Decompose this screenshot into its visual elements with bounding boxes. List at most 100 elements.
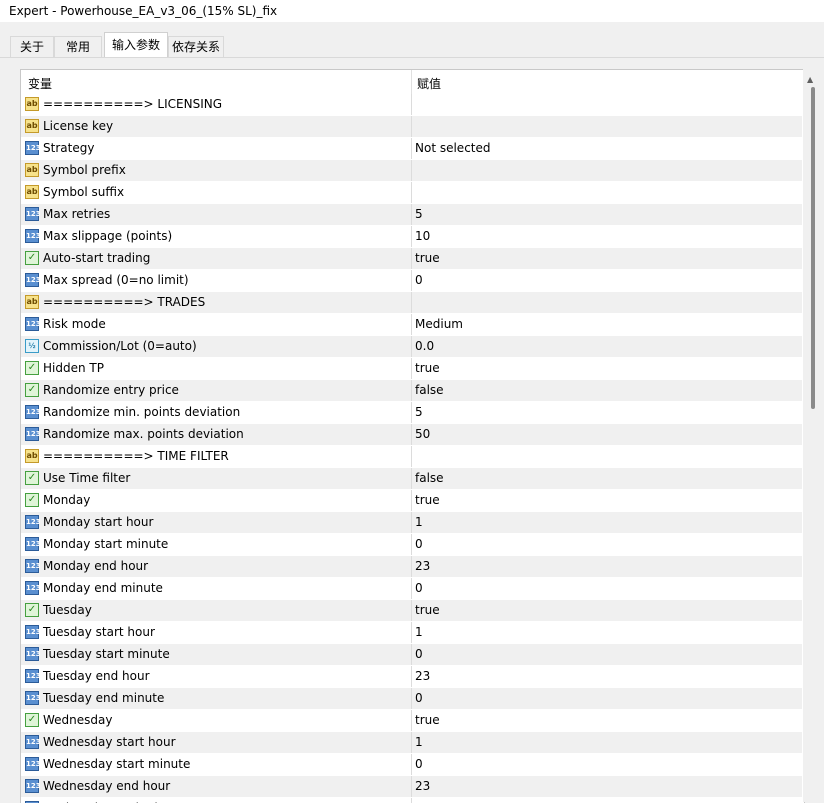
table-row[interactable]: 123 Max retries 5 bbox=[21, 204, 802, 226]
cell-divider bbox=[411, 666, 412, 687]
parameter-name: Monday bbox=[43, 493, 91, 507]
table-row[interactable]: ✓ Tuesday true bbox=[21, 600, 802, 622]
cell-divider bbox=[411, 204, 412, 225]
parameter-value[interactable]: Medium bbox=[415, 314, 463, 335]
table-row[interactable]: 123 Randomize max. points deviation 50 bbox=[21, 424, 802, 446]
scrollbar-thumb[interactable] bbox=[811, 87, 815, 409]
parameter-value[interactable]: 1 bbox=[415, 622, 423, 643]
table-row[interactable]: ✓ Use Time filter false bbox=[21, 468, 802, 490]
table-row[interactable]: 123 Randomize min. points deviation 5 bbox=[21, 402, 802, 424]
cell-divider bbox=[411, 402, 412, 423]
parameter-value[interactable]: true bbox=[415, 248, 440, 269]
table-row[interactable]: 123 Tuesday end minute 0 bbox=[21, 688, 802, 710]
tab-bar: 关于 常用 输入参数 依存关系 bbox=[0, 22, 824, 58]
parameter-value[interactable]: true bbox=[415, 710, 440, 731]
integer-type-icon: 123 bbox=[25, 625, 41, 639]
column-header-value[interactable]: 赋值 bbox=[417, 75, 441, 92]
table-row[interactable]: ✓ Auto-start trading true bbox=[21, 248, 802, 270]
tab-divider bbox=[0, 57, 824, 58]
parameter-value[interactable]: false bbox=[415, 380, 444, 401]
parameter-value[interactable]: Not selected bbox=[415, 138, 491, 159]
column-header-variable[interactable]: 变量 bbox=[28, 75, 52, 92]
parameter-name: Symbol prefix bbox=[43, 163, 126, 177]
parameter-value[interactable]: 5 bbox=[415, 402, 423, 423]
table-row[interactable]: ab ==========> TIME FILTER bbox=[21, 446, 802, 468]
tab-inputs[interactable]: 输入参数 bbox=[104, 32, 168, 58]
table-row[interactable]: 123 Wednesday start hour 1 bbox=[21, 732, 802, 754]
cell-divider bbox=[411, 446, 412, 467]
table-row[interactable]: 123 Max slippage (points) 10 bbox=[21, 226, 802, 248]
parameter-value[interactable]: 0 bbox=[415, 534, 423, 555]
tab-dependencies[interactable]: 依存关系 bbox=[168, 36, 224, 57]
parameter-value[interactable]: 0 bbox=[415, 798, 423, 803]
parameter-value[interactable]: false bbox=[415, 468, 444, 489]
parameter-value[interactable]: 0 bbox=[415, 270, 423, 291]
vertical-scrollbar[interactable]: ▲ bbox=[803, 69, 821, 802]
parameter-value[interactable]: 23 bbox=[415, 556, 430, 577]
table-header: 变量 赋值 bbox=[21, 70, 804, 94]
parameter-name: Tuesday start minute bbox=[43, 647, 170, 661]
parameter-value[interactable]: true bbox=[415, 600, 440, 621]
cell-divider bbox=[411, 710, 412, 731]
boolean-type-icon: ✓ bbox=[25, 251, 39, 265]
table-row[interactable]: ab ==========> TRADES bbox=[21, 292, 802, 314]
parameter-name: Max retries bbox=[43, 207, 111, 221]
boolean-type-icon: ✓ bbox=[25, 603, 39, 617]
parameter-value[interactable]: 1 bbox=[415, 512, 423, 533]
parameter-value[interactable]: 10 bbox=[415, 226, 430, 247]
table-row[interactable]: ab Symbol prefix bbox=[21, 160, 802, 182]
parameter-name: Symbol suffix bbox=[43, 185, 125, 199]
table-row[interactable]: 123 Tuesday start hour 1 bbox=[21, 622, 802, 644]
tab-common[interactable]: 常用 bbox=[54, 36, 102, 57]
cell-divider bbox=[411, 776, 412, 797]
table-row[interactable]: ✓ Monday true bbox=[21, 490, 802, 512]
table-row[interactable]: 123 Strategy Not selected bbox=[21, 138, 802, 160]
parameter-value[interactable]: true bbox=[415, 490, 440, 511]
parameter-value[interactable]: 0.0 bbox=[415, 336, 434, 357]
table-row[interactable]: ✓ Wednesday true bbox=[21, 710, 802, 732]
table-row[interactable]: ✓ Randomize entry price false bbox=[21, 380, 802, 402]
parameter-value[interactable]: 0 bbox=[415, 688, 423, 709]
parameter-value[interactable]: 1 bbox=[415, 732, 423, 753]
parameter-value[interactable]: true bbox=[415, 358, 440, 379]
table-row[interactable]: 123 Monday end minute 0 bbox=[21, 578, 802, 600]
table-row[interactable]: 123 Wednesday end hour 23 bbox=[21, 776, 802, 798]
scroll-up-icon[interactable]: ▲ bbox=[807, 75, 813, 84]
parameter-value[interactable]: 0 bbox=[415, 754, 423, 775]
table-row[interactable]: 123 Wednesday start minute 0 bbox=[21, 754, 802, 776]
column-divider[interactable] bbox=[411, 70, 412, 94]
parameter-name: Wednesday start hour bbox=[43, 735, 176, 749]
parameter-value[interactable]: 23 bbox=[415, 776, 430, 797]
parameter-name: Use Time filter bbox=[43, 471, 131, 485]
table-row[interactable]: 123 Monday start hour 1 bbox=[21, 512, 802, 534]
table-row[interactable]: 123 Max spread (0=no limit) 0 bbox=[21, 270, 802, 292]
table-row[interactable]: 123 Tuesday end hour 23 bbox=[21, 666, 802, 688]
cell-divider bbox=[411, 380, 412, 401]
parameter-name: Wednesday bbox=[43, 713, 113, 727]
parameter-value[interactable]: 23 bbox=[415, 666, 430, 687]
table-row[interactable]: ✓ Hidden TP true bbox=[21, 358, 802, 380]
cell-divider bbox=[411, 94, 412, 115]
table-row[interactable]: 123 Monday end hour 23 bbox=[21, 556, 802, 578]
cell-divider bbox=[411, 490, 412, 511]
integer-type-icon: 123 bbox=[25, 691, 41, 705]
cell-divider bbox=[411, 622, 412, 643]
table-row[interactable]: 123 Monday start minute 0 bbox=[21, 534, 802, 556]
table-row[interactable]: ½ Commission/Lot (0=auto) 0.0 bbox=[21, 336, 802, 358]
boolean-type-icon: ✓ bbox=[25, 383, 39, 397]
table-row[interactable]: ab ==========> LICENSING bbox=[21, 94, 802, 116]
table-row[interactable]: 123 Tuesday start minute 0 bbox=[21, 644, 802, 666]
table-row[interactable]: 123Wednesday end minute0 bbox=[21, 798, 802, 803]
tab-about[interactable]: 关于 bbox=[10, 36, 54, 57]
parameter-name: Wednesday end minute bbox=[43, 798, 185, 803]
table-row[interactable]: 123 Risk mode Medium bbox=[21, 314, 802, 336]
parameter-name: Auto-start trading bbox=[43, 251, 151, 265]
integer-type-icon: 123 bbox=[25, 647, 41, 661]
parameter-value[interactable]: 0 bbox=[415, 578, 423, 599]
table-row[interactable]: ab Symbol suffix bbox=[21, 182, 802, 204]
cell-divider bbox=[411, 226, 412, 247]
parameter-value[interactable]: 50 bbox=[415, 424, 430, 445]
parameter-value[interactable]: 5 bbox=[415, 204, 423, 225]
parameter-value[interactable]: 0 bbox=[415, 644, 423, 665]
table-row[interactable]: ab License key bbox=[21, 116, 802, 138]
